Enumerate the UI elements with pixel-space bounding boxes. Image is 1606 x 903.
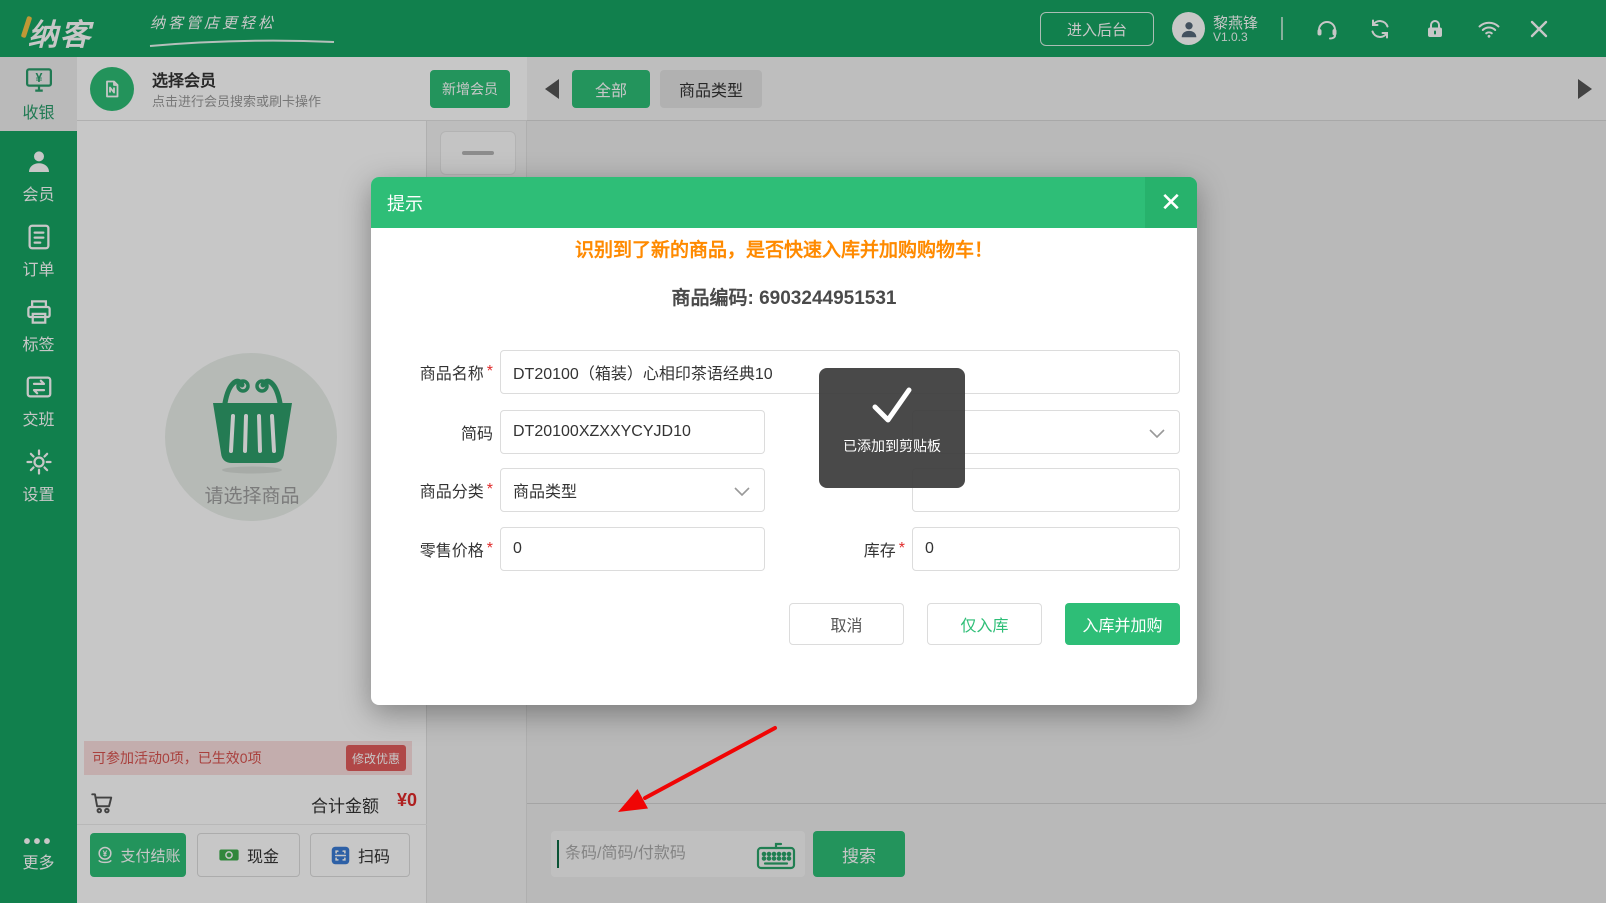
- product-code-line: 商品编码: 6903244951531: [371, 283, 1197, 310]
- new-product-dialog: 提示 ✕ 识别到了新的商品，是否快速入库并加购购物车！ 商品编码: 690324…: [371, 177, 1197, 705]
- chevron-down-icon: [1149, 429, 1165, 438]
- dialog-header: 提示 ✕: [371, 177, 1197, 228]
- stock-and-add-button[interactable]: 入库并加购: [1065, 603, 1180, 645]
- check-icon: [863, 382, 921, 428]
- stock-label: 库存*: [801, 527, 905, 571]
- dialog-close-icon[interactable]: ✕: [1145, 177, 1197, 228]
- dialog-title: 提示: [387, 190, 423, 216]
- product-code-label: 商品编码:: [672, 288, 754, 309]
- required-mark: *: [487, 481, 493, 499]
- toast-text: 已添加到剪贴板: [843, 436, 941, 456]
- dialog-message: 识别到了新的商品，是否快速入库并加购购物车！: [371, 235, 1197, 262]
- required-mark: *: [487, 363, 493, 381]
- clipboard-toast: 已添加到剪贴板: [819, 368, 965, 488]
- required-mark: *: [487, 540, 493, 558]
- pos-app-window: 纳客 纳客管店更轻松 进入后台 黎燕锋 V1.0.3 ¥ 收银 会员 订单: [0, 0, 1606, 903]
- product-category-value: 商品类型: [513, 478, 577, 502]
- stock-only-button[interactable]: 仅入库: [927, 603, 1042, 645]
- chevron-down-icon: [734, 487, 750, 496]
- product-category-select[interactable]: 商品类型: [500, 468, 765, 512]
- short-code-label: 简码: [381, 410, 493, 454]
- short-code-input[interactable]: [500, 410, 765, 454]
- product-code-value: 6903244951531: [759, 288, 896, 309]
- required-mark: *: [899, 540, 905, 558]
- product-name-label: 商品名称*: [381, 350, 493, 394]
- cancel-button[interactable]: 取消: [789, 603, 904, 645]
- stock-input[interactable]: [912, 527, 1180, 571]
- product-category-label: 商品分类*: [381, 468, 493, 512]
- retail-price-input[interactable]: [500, 527, 765, 571]
- retail-price-label: 零售价格*: [381, 527, 493, 571]
